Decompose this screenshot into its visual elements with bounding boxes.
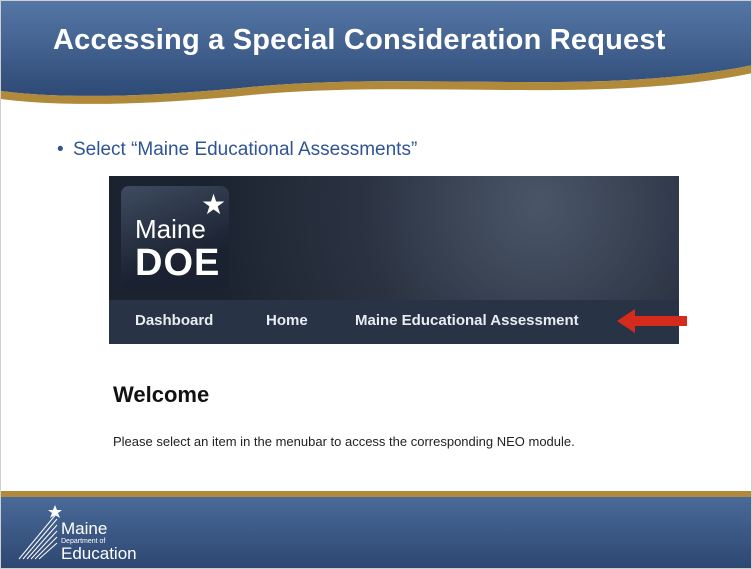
maine-doe-logo: ★ Maine DOE xyxy=(121,186,229,290)
bullet-dot: • xyxy=(57,139,64,160)
menu-item-home[interactable]: Home xyxy=(266,312,308,329)
menu-item-maine-educational-assessment[interactable]: Maine Educational Assessment xyxy=(355,312,579,329)
sunburst-icon xyxy=(18,505,62,560)
footer-logo-line1: Maine xyxy=(61,519,108,538)
maine-education-logo: Maine Department of Education xyxy=(17,505,167,563)
welcome-message: Please select an item in the menubar to … xyxy=(113,434,575,449)
footer-logo-line3: Education xyxy=(61,544,137,563)
logo-line1: Maine xyxy=(135,214,206,244)
bullet-item: • Select “Maine Educational Assessments” xyxy=(57,139,417,161)
red-arrow-icon xyxy=(617,309,687,333)
bullet-text: Select “Maine Educational Assessments” xyxy=(73,139,418,160)
site-banner: ★ Maine DOE xyxy=(109,176,679,300)
logo-line2: DOE xyxy=(135,242,221,284)
slide-footer: Maine Department of Education xyxy=(1,491,751,568)
slide-header: Accessing a Special Consideration Reques… xyxy=(1,1,751,113)
slide-title: Accessing a Special Consideration Reques… xyxy=(53,24,666,56)
welcome-heading: Welcome xyxy=(113,382,210,407)
slide: Accessing a Special Consideration Reques… xyxy=(0,0,752,569)
menu-item-dashboard[interactable]: Dashboard xyxy=(135,312,213,329)
embedded-screenshot: ★ Maine DOE Dashboard Home Maine Educati… xyxy=(109,176,679,344)
menubar: Dashboard Home Maine Educational Assessm… xyxy=(109,300,679,344)
